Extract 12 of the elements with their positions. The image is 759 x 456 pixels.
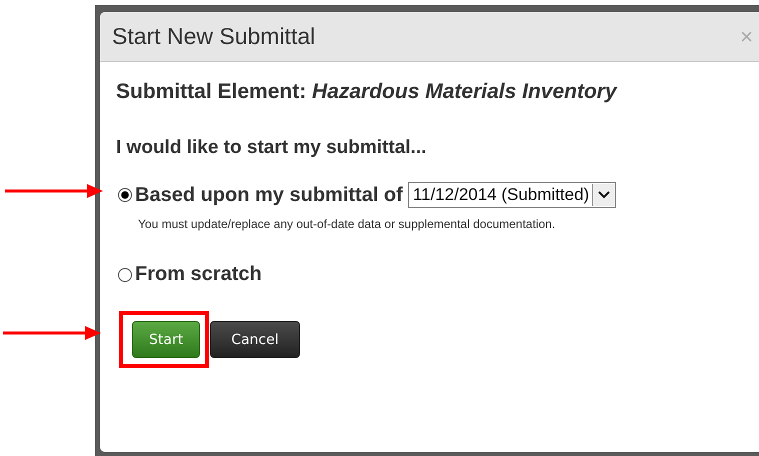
element-heading: Submittal Element: Hazardous Materials Inventory [116,80,618,104]
option-label[interactable]: From scratch [135,263,262,286]
hint-text: You must update/replace any out-of-date data or supplemental documentation. [138,217,556,231]
prompt-text: I would like to start my submittal... [116,137,428,159]
option-label[interactable]: Based upon my submittal of [135,184,403,206]
dialog-title: Start New Submittal [112,23,316,50]
radio-button[interactable] [118,188,132,202]
start-button[interactable]: Start [132,321,200,358]
date-dropdown[interactable]: 11/12/2014 (Submitted) [408,182,616,208]
cancel-button[interactable]: Cancel [210,321,300,358]
chevron-down-icon[interactable] [598,191,610,199]
radio-button[interactable] [118,268,132,282]
